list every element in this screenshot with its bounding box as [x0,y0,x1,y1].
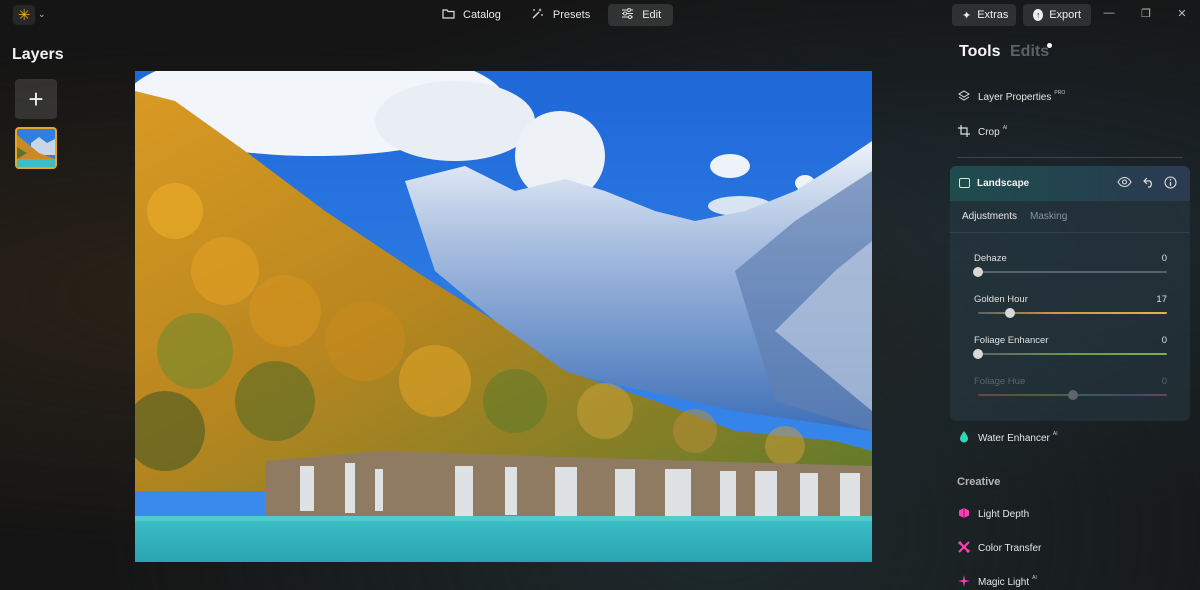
tool-water-enhancer-label: Water Enhancer [978,432,1050,444]
slider-foliage-enhancer[interactable]: Foliage Enhancer 0 [973,335,1167,365]
landscape-photo [135,71,872,562]
export-arrow-icon: ↑ [1033,9,1044,21]
layer-thumbnail[interactable] [15,127,57,169]
extras-label: Extras [977,9,1009,21]
tab-tools[interactable]: Tools [959,43,1000,61]
export-button[interactable]: ↑ Export [1023,4,1091,26]
extras-button[interactable]: ✦ Extras [952,4,1016,26]
landscape-card-header[interactable]: Landscape [950,166,1190,201]
slider-value: 0 [1161,376,1167,387]
tool-light-depth[interactable]: Light Depth [958,505,1029,523]
pro-badge: PRO [1054,90,1066,96]
sparkle-wand-icon [531,7,545,23]
layer-thumbnail-image [17,129,55,167]
layers-title: Layers [12,46,64,63]
tool-magic-light[interactable]: Magic Light AI [958,573,1037,590]
tool-crop[interactable]: Crop AI [958,123,1007,141]
slider-label: Golden Hour [974,294,1028,305]
image-icon [959,178,970,188]
slider-foliage-hue: Foliage Hue 0 [974,376,1167,406]
crop-icon [958,124,970,140]
tool-crop-label: Crop [978,126,1000,138]
tool-color-transfer-label: Color Transfer [978,542,1042,554]
close-icon[interactable]: ✕ [1174,7,1190,20]
undo-icon[interactable] [1143,176,1155,191]
magic-light-icon [958,574,970,590]
sparkle-icon: ✦ [962,9,972,22]
tab-edits[interactable]: Edits [1010,43,1049,61]
info-icon[interactable] [1164,176,1177,192]
ai-badge: AI [1032,575,1037,581]
eye-icon[interactable] [1117,176,1132,191]
tab-catalog[interactable]: Catalog [429,4,513,26]
light-depth-icon [958,507,970,522]
photo-canvas[interactable] [135,71,872,562]
export-label: Export [1049,9,1081,21]
slider-value: 0 [1161,335,1167,346]
edits-indicator-dot [1047,43,1052,48]
layers-icon [958,89,970,105]
ai-badge: AI [1002,125,1008,131]
slider-label: Foliage Hue [974,376,1026,387]
restore-icon[interactable]: ❐ [1138,7,1154,20]
subtab-masking[interactable]: Masking [1030,211,1067,222]
app-logo-sun-icon[interactable]: ✳ [13,5,35,25]
tab-presets[interactable]: Presets [519,4,602,26]
landscape-subtabs: Adjustments Masking [962,211,1067,222]
slider-thumb[interactable] [973,267,983,277]
tool-water-enhancer[interactable]: Water Enhancer AI [958,429,1058,447]
subtab-adjustments[interactable]: Adjustments [962,211,1017,222]
subtab-divider [950,232,1190,233]
slider-track[interactable] [978,271,1167,273]
chevron-down-icon[interactable]: ⌄ [38,9,46,20]
slider-thumb[interactable] [973,349,983,359]
mode-switcher: Catalog Presets Edit [429,4,674,26]
tab-edit[interactable]: Edit [608,4,674,26]
tab-catalog-label: Catalog [463,9,501,21]
slider-value: 0 [1161,253,1167,264]
slider-dehaze[interactable]: Dehaze 0 [973,253,1167,283]
tab-edit-label: Edit [642,9,662,21]
panel-divider [957,157,1183,158]
slider-thumb[interactable] [1005,308,1016,318]
water-drop-icon [958,430,970,446]
tool-color-transfer[interactable]: Color Transfer [958,539,1041,557]
tab-presets-label: Presets [552,9,591,21]
tool-magic-light-label: Magic Light [978,576,1030,588]
folder-icon [441,8,455,22]
tool-light-depth-label: Light Depth [978,508,1030,520]
color-transfer-icon [958,540,970,556]
slider-label: Dehaze [974,253,1007,264]
minimize-icon[interactable]: — [1101,7,1117,19]
tool-layer-properties-label: Layer Properties [978,91,1052,103]
plus-icon: + [28,84,44,114]
tool-layer-properties[interactable]: Layer Properties PRO [958,88,1065,106]
top-bar: ✳ ⌄ Catalog Presets Edit ✦ Extras ↑ Expo… [0,0,1200,30]
landscape-title: Landscape [977,178,1030,189]
slider-label: Foliage Enhancer [974,335,1049,346]
slider-golden-hour[interactable]: Golden Hour 17 [974,294,1167,324]
slider-thumb [1067,390,1078,400]
section-creative-title: Creative [957,476,1001,488]
landscape-tool-card: Landscape Adjustments Masking Dehaze 0 G… [950,166,1190,421]
sliders-icon [620,8,634,22]
slider-value: 17 [1156,294,1167,305]
add-layer-button[interactable]: + [15,79,57,119]
ai-badge: AI [1052,431,1058,437]
slider-track[interactable] [978,353,1167,355]
